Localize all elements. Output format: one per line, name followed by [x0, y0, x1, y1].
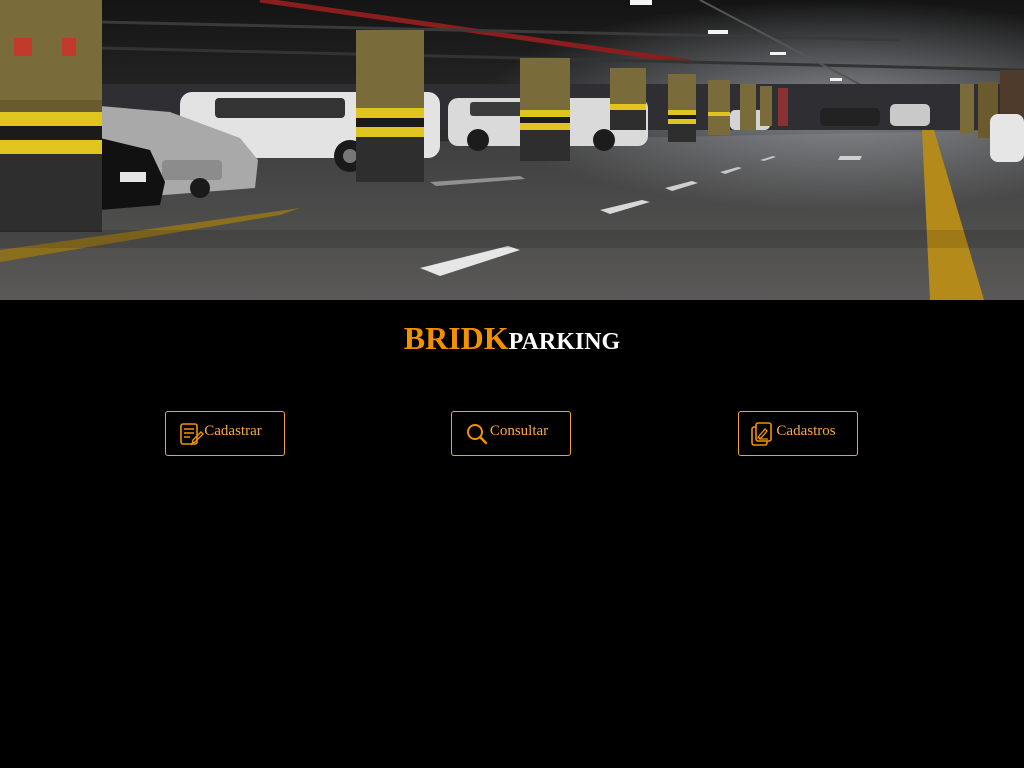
cadastros-button-label: Cadastros: [776, 423, 836, 439]
brand-title-part1: BRIDK: [403, 320, 509, 356]
brand-title-part2: PARKING: [508, 329, 621, 355]
cadastrar-button[interactable]: Cadastrar: [165, 411, 285, 456]
consultar-button-label: Consultar: [489, 423, 549, 439]
hero-parking-image: [0, 0, 1024, 300]
register-form-icon: [178, 421, 205, 447]
consultar-button[interactable]: Consultar: [451, 411, 571, 456]
search-icon: [464, 421, 490, 447]
records-list-icon: [750, 421, 776, 447]
cadastros-button[interactable]: Cadastros: [738, 411, 858, 456]
brand-title: BRIDKPARKING: [0, 322, 1024, 354]
cadastrar-button-label: Cadastrar: [204, 423, 262, 439]
